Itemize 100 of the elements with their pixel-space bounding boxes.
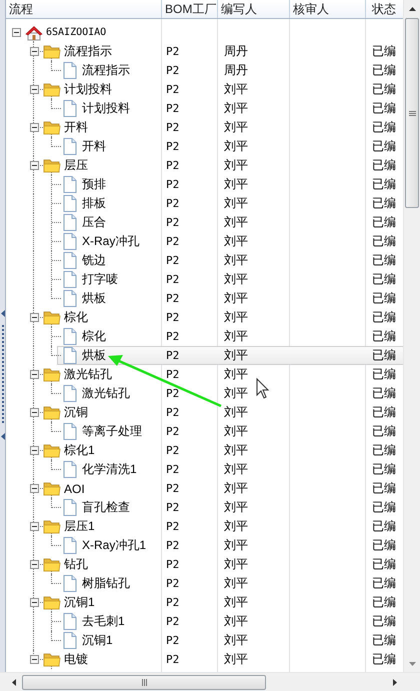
collapse-toggle[interactable] [30,598,38,607]
tree-item-label[interactable]: 化学清洗1 [79,461,137,478]
tree-row[interactable]: 棕化1 P2 刘平 已编 [6,441,403,460]
tree-row[interactable]: 计划投料 P2 刘平 已编 [6,80,403,99]
tree-row[interactable]: 电镀 P2 刘平 已编 [6,650,403,669]
tree-item-label[interactable]: 压合 [79,214,106,231]
tree-item-label[interactable]: 激光钻孔 [79,385,130,402]
left-arrow-icon[interactable] [0,433,4,440]
tree-item-label[interactable]: 去毛刺1 [79,613,125,630]
tree-row[interactable]: 沉铜 P2 刘平 已编 [6,403,403,422]
tree-row[interactable]: 去毛刺1 P2 刘平 已编 [6,612,403,631]
tree-item-label[interactable]: 流程指示 [79,62,130,79]
document-icon [63,328,77,345]
tree-item-label[interactable]: 烘板 [79,347,106,364]
tree-row[interactable]: 盲孔检查 P2 刘平 已编 [6,498,403,517]
tree-item-label[interactable]: 6SAIZOOIAO [43,27,106,38]
column-header[interactable]: 核审人 [290,0,366,18]
tree-item-label[interactable]: 棕化 [79,328,106,345]
collapse-toggle[interactable] [30,484,38,493]
collapse-toggle[interactable] [30,408,38,417]
collapse-toggle[interactable] [30,560,38,569]
tree-row[interactable]: 等离子处理 P2 刘平 已编 [6,422,403,441]
scrollbar-thumb[interactable] [405,18,419,208]
tree-row[interactable]: 预排 P2 刘平 已编 [6,175,403,194]
tree-item-label[interactable]: 树脂钻孔 [79,575,130,592]
tree-row[interactable]: 激光钻孔 P2 刘平 已编 [6,384,403,403]
tree-row[interactable]: 棕化 P2 刘平 已编 [6,308,403,327]
collapse-toggle[interactable] [12,28,20,37]
scrollbar-thumb[interactable] [22,674,266,690]
tree-row[interactable]: 6SAIZOOIAO [6,23,403,42]
table-cell: 刘平 [224,613,248,630]
tree-row[interactable]: 开料 P2 刘平 已编 [6,137,403,156]
collapse-toggle[interactable] [30,655,38,664]
column-header[interactable]: 流程 [6,0,162,18]
tree-item-label[interactable]: 打字唛 [79,271,118,288]
tree-item-label[interactable]: 流程指示 [61,43,112,60]
collapse-toggle[interactable] [30,446,38,455]
tree-row[interactable]: 流程指示 P2 周丹 已编 [6,61,403,80]
tree-item-label[interactable]: 沉铜1 [79,632,113,649]
table-cell: 已编 [372,328,396,345]
tree-item-label[interactable]: 开料 [61,119,88,136]
tree-row[interactable]: 层压 P2 刘平 已编 [6,156,403,175]
tree-item-label[interactable]: 计划投料 [79,100,130,117]
tree-item-label[interactable]: 铣边 [79,252,106,269]
scroll-down-arrow-icon[interactable] [408,662,416,666]
tree-row[interactable]: X-Ray冲孔 P2 刘平 已编 [6,232,403,251]
collapse-toggle[interactable] [30,85,38,94]
folder-icon [43,367,61,382]
left-arrow-icon[interactable] [0,310,4,317]
scroll-right-arrow-icon[interactable] [393,678,397,686]
tree-row[interactable]: 层压1 P2 刘平 已编 [6,517,403,536]
collapse-toggle[interactable] [30,123,38,132]
collapse-toggle[interactable] [30,47,38,56]
tree-row[interactable]: 铣边 P2 刘平 已编 [6,251,403,270]
tree-row[interactable]: 排板 P2 刘平 已编 [6,194,403,213]
tree-item-label[interactable]: 排板 [79,195,106,212]
tree-row[interactable]: 激光钻孔 P2 刘平 已编 [6,365,403,384]
tree-row[interactable]: 沉铜1 P2 刘平 已编 [6,593,403,612]
tree-item-label[interactable]: 计划投料 [61,81,112,98]
column-header[interactable]: 状态 [366,0,403,18]
tree-item-label[interactable]: 电镀 [61,651,88,668]
tree-item-label[interactable]: 开料 [79,138,106,155]
tree-item-label[interactable]: AOI [61,482,85,496]
tree-row[interactable]: 沉铜1 P2 刘平 已编 [6,631,403,650]
tree-row[interactable]: 化学清洗1 P2 刘平 已编 [6,460,403,479]
tree-item-label[interactable]: 沉铜 [61,404,88,421]
tree-item-label[interactable]: 棕化1 [61,442,95,459]
tree-row[interactable]: 开料 P2 刘平 已编 [6,118,403,137]
tree-item-label[interactable]: 棕化 [61,309,88,326]
tree-item-label[interactable]: 沉铜1 [61,594,95,611]
tree-item-label[interactable]: 等离子处理 [79,423,142,440]
column-header[interactable]: BOM工厂 [162,0,218,18]
tree-row[interactable]: AOI P2 刘平 已编 [6,479,403,498]
tree-item-label[interactable]: X-Ray冲孔 [79,233,140,250]
collapse-toggle[interactable] [30,370,38,379]
tree-item-label[interactable]: 预排 [79,176,106,193]
tree-row[interactable]: 钻孔 P2 刘平 已编 [6,555,403,574]
collapse-toggle[interactable] [30,161,38,170]
tree-row[interactable]: 烘板 P2 刘平 已编 [6,289,403,308]
tree-row[interactable]: 棕化 P2 刘平 已编 [6,327,403,346]
tree-item-label[interactable]: 烘板 [79,290,106,307]
tree-row[interactable]: 计划投料 P2 刘平 已编 [6,99,403,118]
collapse-toggle[interactable] [30,313,38,322]
column-header[interactable]: 编写人 [218,0,290,18]
scroll-left-arrow-icon[interactable] [12,678,16,686]
tree-item-label[interactable]: 层压1 [61,518,95,535]
tree-row[interactable]: 树脂钻孔 P2 刘平 已编 [6,574,403,593]
tree-item-label[interactable]: 盲孔检查 [79,499,130,516]
table-cell: 已编 [372,613,396,630]
tree-row[interactable]: 压合 P2 刘平 已编 [6,213,403,232]
tree-row[interactable]: X-Ray冲孔1 P2 刘平 已编 [6,536,403,555]
tree-item-label[interactable]: X-Ray冲孔1 [79,537,146,554]
tree-item-label[interactable]: 钻孔 [61,556,88,573]
splitter-bar[interactable] [0,0,6,672]
tree-row[interactable]: 打字唛 P2 刘平 已编 [6,270,403,289]
scroll-up-arrow-icon[interactable] [408,6,416,10]
tree-item-label[interactable]: 激光钻孔 [61,366,112,383]
tree-item-label[interactable]: 层压 [61,157,88,174]
tree-row[interactable]: 流程指示 P2 周丹 已编 [6,42,403,61]
collapse-toggle[interactable] [30,522,38,531]
